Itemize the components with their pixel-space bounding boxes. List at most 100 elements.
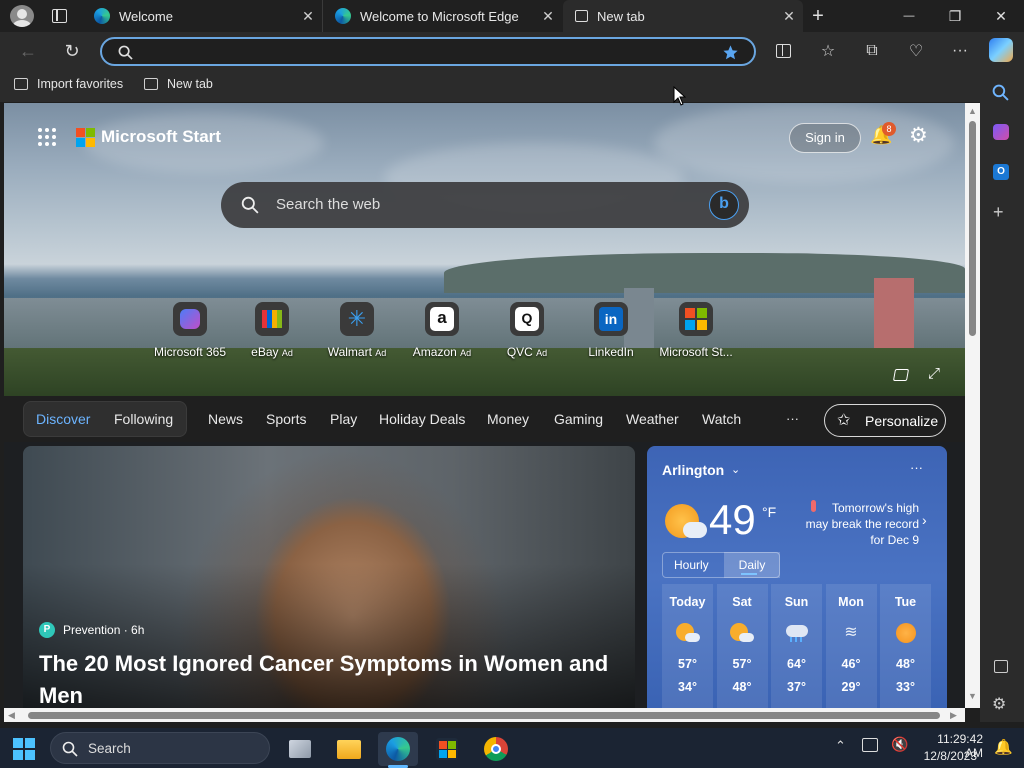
add-sidebar-app-icon[interactable]: + <box>993 202 1004 223</box>
copilot-sidebar-icon[interactable] <box>993 124 1009 140</box>
taskbar-search-box[interactable]: Search <box>50 732 270 764</box>
search-icon[interactable] <box>992 84 1009 101</box>
microsoft-store-taskbar-icon[interactable] <box>427 732 467 766</box>
forecast-day[interactable]: Today 57° 34° <box>662 584 713 708</box>
start-button[interactable] <box>4 732 44 766</box>
tab-holiday-deals[interactable]: Holiday Deals <box>379 411 465 427</box>
linkedin-icon: in <box>594 302 628 336</box>
chevron-down-icon[interactable]: ⌄ <box>731 463 740 476</box>
hourly-toggle-button[interactable]: Hourly <box>674 558 709 572</box>
personalize-button[interactable]: ✩ Personalize <box>824 404 946 437</box>
close-tab-icon[interactable]: ✕ <box>300 8 316 25</box>
minimize-button[interactable]: — <box>886 0 932 32</box>
scroll-thumb[interactable] <box>969 121 976 336</box>
quick-link-qvc[interactable]: Q QVC Ad <box>487 302 567 362</box>
weather-more-icon[interactable]: ··· <box>910 460 923 475</box>
tab-sports[interactable]: Sports <box>266 411 306 427</box>
quick-link-microsoft-store[interactable]: Microsoft St... <box>656 302 736 362</box>
partly-cloudy-icon <box>717 623 768 643</box>
brand-title[interactable]: Microsoft Start <box>101 127 221 147</box>
outlook-icon[interactable]: O <box>993 164 1009 180</box>
forecast-day[interactable]: Mon ≋ 46° 29° <box>825 584 877 708</box>
settings-more-icon[interactable]: ··· <box>948 39 972 63</box>
scroll-thumb-horizontal[interactable] <box>28 712 940 719</box>
scroll-left-arrow-icon[interactable]: ◀ <box>8 710 15 721</box>
forecast-day[interactable]: Sun 64° 37° <box>771 584 822 708</box>
quick-link-label: Amazon <box>412 345 457 359</box>
tab-welcome-edge[interactable]: Welcome to Microsoft Edge ✕ <box>322 0 562 32</box>
tab-discover[interactable]: Discover <box>36 411 90 427</box>
tab-following[interactable]: Following <box>114 411 173 427</box>
volume-muted-icon[interactable]: 🔇 <box>891 736 908 753</box>
quick-link-linkedin[interactable]: in LinkedIn <box>571 302 651 362</box>
restore-button[interactable]: ❐ <box>932 0 978 32</box>
temperature-unit[interactable]: °F <box>762 504 776 520</box>
show-hidden-icons-icon[interactable]: ⌃ <box>835 738 846 754</box>
tab-weather[interactable]: Weather <box>626 411 679 427</box>
close-window-button[interactable]: ✕ <box>978 0 1024 32</box>
profile-avatar[interactable] <box>10 5 34 27</box>
hide-sidebar-icon[interactable] <box>994 660 1008 673</box>
tab-money[interactable]: Money <box>487 411 529 427</box>
quick-link-walmart[interactable]: ✳ Walmart Ad <box>317 302 397 362</box>
close-tab-icon[interactable]: ✕ <box>781 8 797 25</box>
quick-link-amazon[interactable]: a Amazon Ad <box>402 302 482 362</box>
file-explorer-icon[interactable] <box>329 732 369 766</box>
horizontal-scrollbar[interactable]: ◀ ▶ <box>4 708 965 722</box>
sidebar-settings-icon[interactable]: ⚙ <box>992 694 1006 714</box>
web-search-box[interactable]: Search the web b <box>221 182 749 228</box>
page-settings-gear-icon[interactable]: ⚙ <box>909 123 928 148</box>
favorites-icon[interactable]: ☆ <box>816 39 840 63</box>
chevron-right-icon[interactable]: › <box>922 512 927 528</box>
collections-icon[interactable]: ⧉ <box>860 39 884 63</box>
weather-alert-note[interactable]: Tomorrow's high may break the record for… <box>797 500 919 548</box>
forecast-low: 34° <box>678 680 697 694</box>
quick-link-microsoft365[interactable]: Microsoft 365 <box>150 302 230 362</box>
expand-icon[interactable]: ⤢ <box>928 365 940 382</box>
article-headline[interactable]: The 20 Most Ignored Cancer Symptoms in W… <box>39 648 619 708</box>
refresh-icon[interactable]: ↻ <box>60 39 84 63</box>
tab-actions-icon[interactable] <box>52 9 67 23</box>
forecast-day[interactable]: Sat 57° 48° <box>716 584 768 708</box>
new-tab-favorite[interactable]: New tab <box>144 77 213 91</box>
more-nav-button[interactable]: ··· <box>786 411 799 426</box>
quick-link-label: LinkedIn <box>588 345 634 359</box>
chrome-icon[interactable] <box>476 732 516 766</box>
tab-news[interactable]: News <box>208 411 243 427</box>
scroll-up-arrow-icon[interactable]: ▲ <box>968 106 977 116</box>
new-tab-button[interactable]: + <box>796 0 840 32</box>
edge-taskbar-icon[interactable] <box>378 732 418 766</box>
edit-background-icon[interactable] <box>892 369 910 381</box>
microsoft-logo[interactable] <box>76 128 95 147</box>
tab-watch[interactable]: Watch <box>702 411 741 427</box>
featured-article-card[interactable]: P Prevention · 6h The 20 Most Ignored Ca… <box>23 446 635 708</box>
sign-in-button[interactable]: Sign in <box>789 123 861 153</box>
tab-gaming[interactable]: Gaming <box>554 411 603 427</box>
browser-essentials-icon[interactable]: ♡ <box>904 39 928 63</box>
forecast-day[interactable]: Tue 48° 33° <box>880 584 931 708</box>
tab-new-tab[interactable]: New tab ✕ <box>563 0 803 32</box>
copilot-icon[interactable] <box>989 38 1013 62</box>
weather-card[interactable]: Arlington ⌄ ··· 49 °F Tomorrow's high ma… <box>647 446 947 708</box>
address-bar[interactable] <box>100 37 756 66</box>
quick-link-ebay[interactable]: eBay Ad <box>232 302 312 362</box>
network-icon[interactable] <box>862 738 878 752</box>
forecast-day-label: Tue <box>894 595 917 609</box>
search-icon <box>118 45 133 60</box>
close-tab-icon[interactable]: ✕ <box>540 8 556 25</box>
scroll-right-arrow-icon[interactable]: ▶ <box>950 710 957 721</box>
bing-icon[interactable]: b <box>709 190 739 220</box>
vertical-scrollbar[interactable]: ▲ ▼ <box>965 103 980 708</box>
import-favorites-link[interactable]: Import favorites <box>14 77 123 91</box>
tab-welcome[interactable]: Welcome ✕ <box>82 0 322 32</box>
task-view-icon[interactable] <box>280 732 320 766</box>
clock-date[interactable]: 12/8/2023 <box>919 749 977 763</box>
tab-play[interactable]: Play <box>330 411 357 427</box>
notification-bell-icon[interactable]: 🔔 <box>994 738 1013 756</box>
favorite-star-icon[interactable] <box>722 44 739 61</box>
scroll-down-arrow-icon[interactable]: ▼ <box>968 691 977 701</box>
back-icon[interactable]: ← <box>16 39 40 63</box>
split-screen-icon[interactable] <box>771 39 795 63</box>
apps-launcher-icon[interactable] <box>38 128 56 146</box>
weather-location[interactable]: Arlington <box>662 462 724 478</box>
